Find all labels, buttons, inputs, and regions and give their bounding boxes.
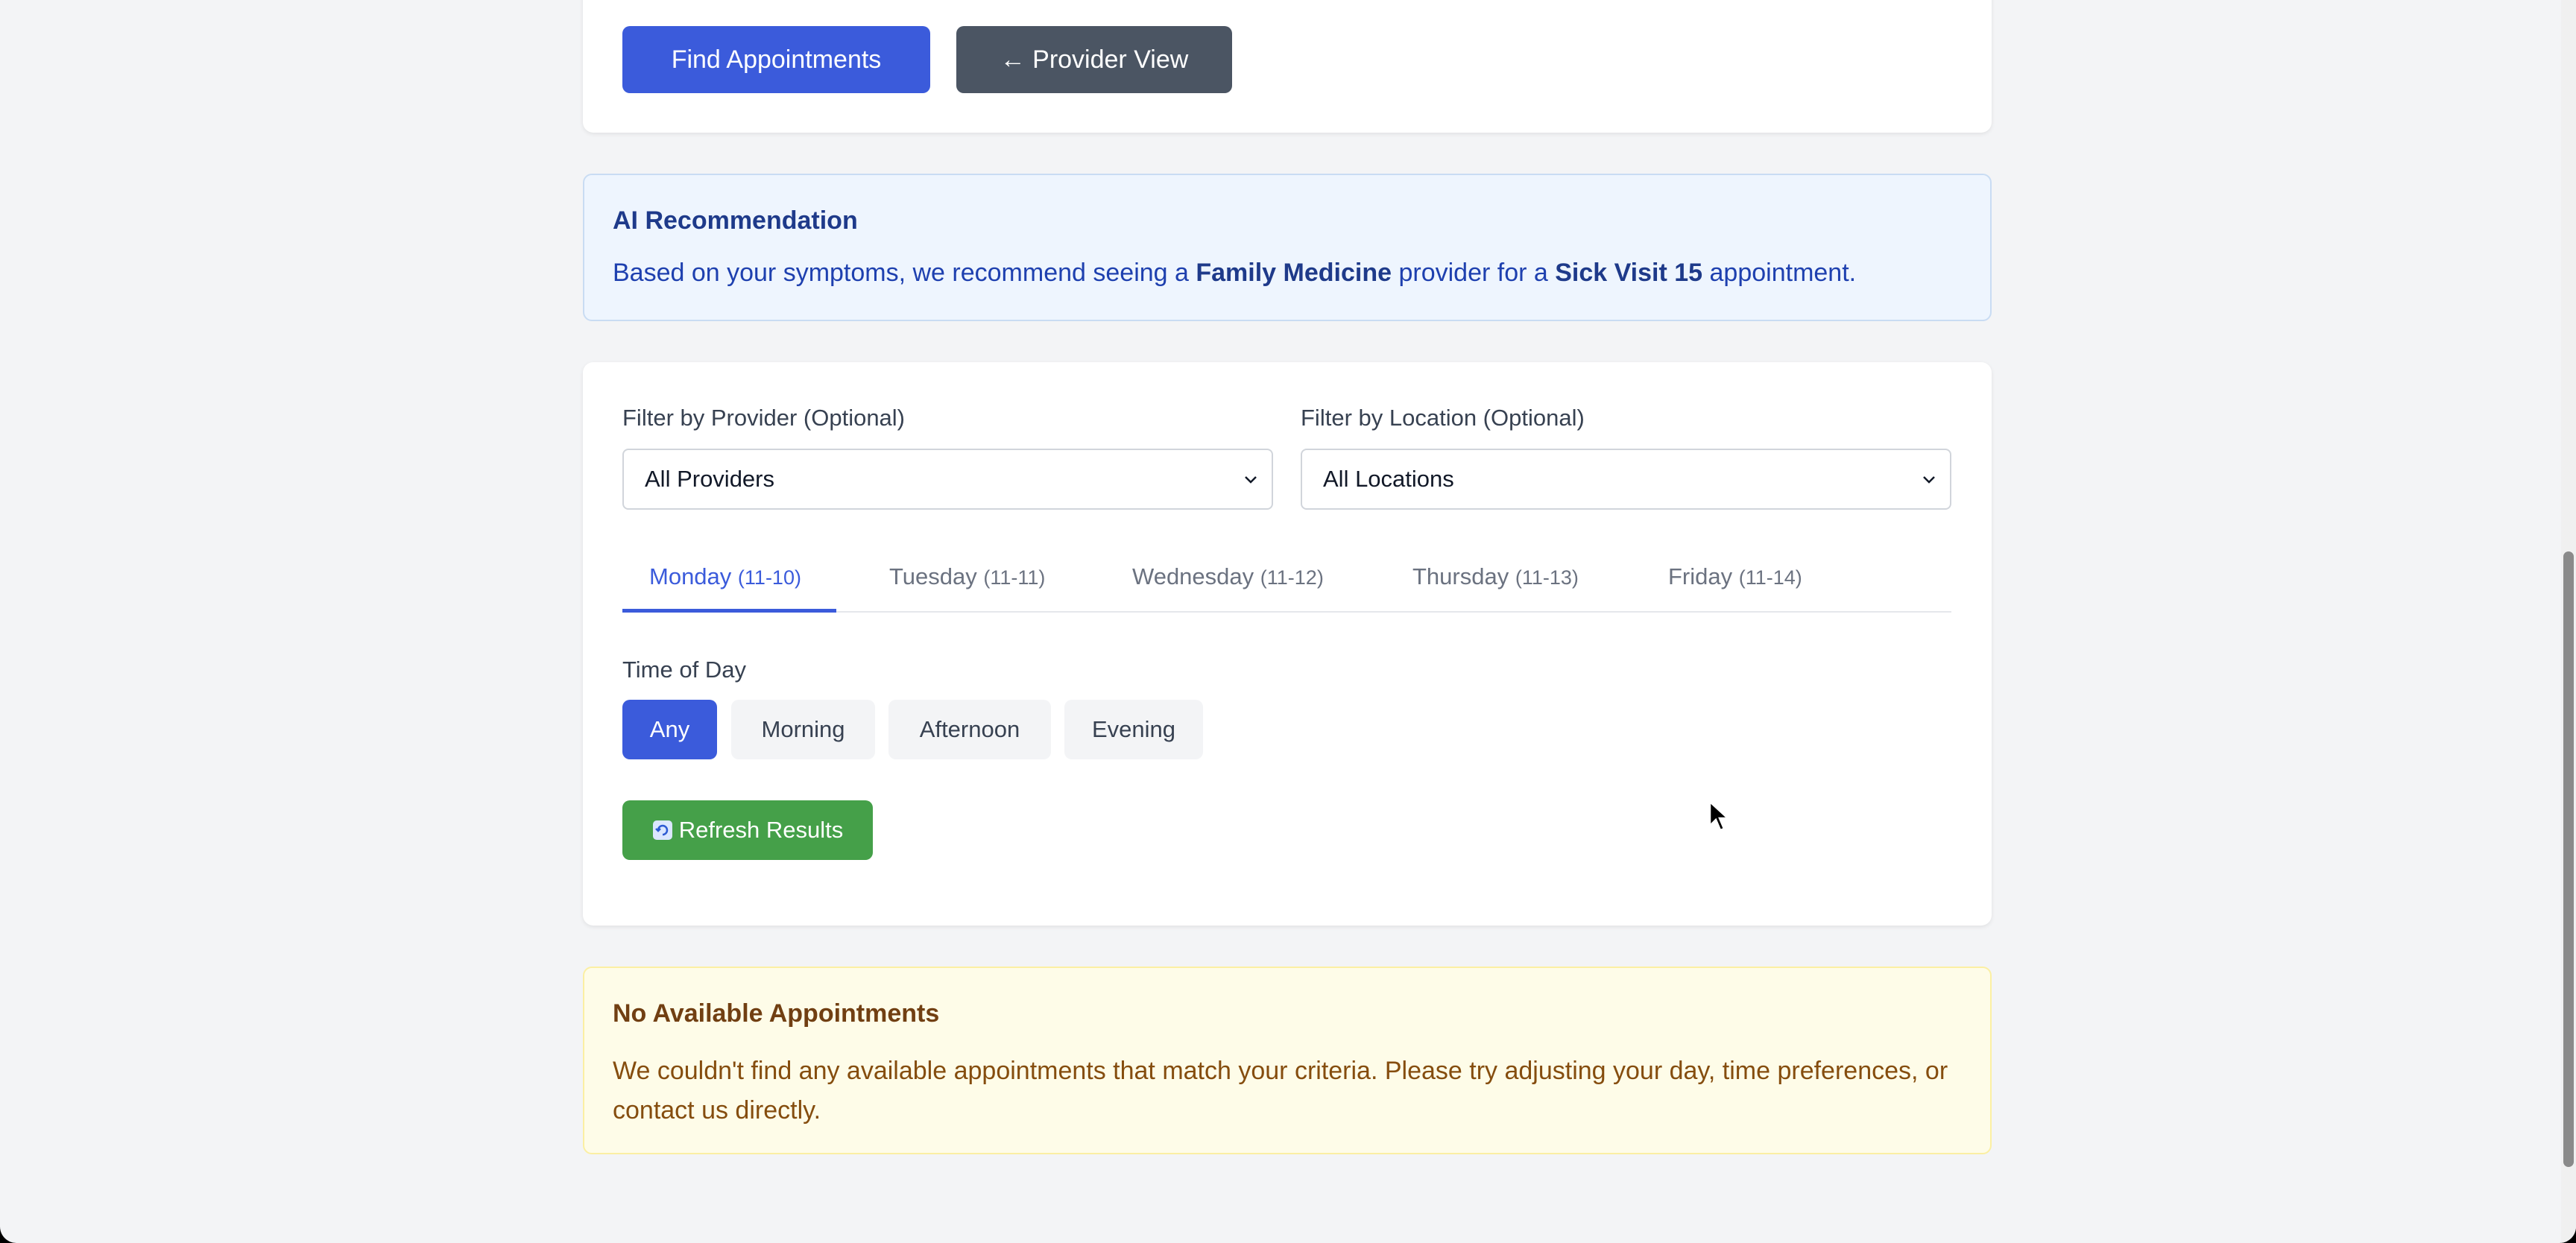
recommendation-title: AI Recommendation (613, 206, 858, 235)
tab-day-date: (11-11) (983, 566, 1046, 589)
tab-monday[interactable]: Monday (11-10) (649, 563, 801, 590)
recommended-visit-type: Sick Visit 15 (1555, 259, 1703, 287)
tab-day-name: Tuesday (889, 563, 977, 589)
tab-day-name: Monday (649, 563, 732, 589)
scrollbar-thumb[interactable] (2563, 551, 2574, 1167)
page-viewport: Find Appointments ← Provider View AI Rec… (0, 0, 2576, 1243)
provider-select[interactable]: All Providers (622, 449, 1273, 510)
chevron-down-icon (1923, 476, 1935, 484)
no-appointments-title: No Available Appointments (613, 999, 940, 1028)
tab-friday[interactable]: Friday (11-14) (1668, 563, 1802, 590)
refresh-icon (652, 820, 672, 840)
recommendation-text: Based on your symptoms, we recommend see… (613, 259, 1856, 288)
tab-day-name: Wednesday (1132, 563, 1254, 589)
time-option-afternoon[interactable]: Afternoon (888, 700, 1051, 759)
refresh-results-label: Refresh Results (678, 817, 844, 843)
tab-tuesday[interactable]: Tuesday (11-11) (889, 563, 1045, 590)
mouse-pointer-icon (1708, 800, 1731, 832)
tab-thursday[interactable]: Thursday (11-13) (1412, 563, 1579, 590)
location-select-value: All Locations (1323, 466, 1454, 492)
no-appointments-text: We couldn't find any available appointme… (613, 1057, 1948, 1125)
time-option-morning[interactable]: Morning (731, 700, 875, 759)
time-of-day-label: Time of Day (622, 657, 746, 683)
recommendation-text-post: appointment. (1702, 259, 1857, 287)
tab-day-date: (11-14) (1738, 566, 1802, 589)
tab-day-date: (11-10) (737, 566, 801, 589)
chevron-down-icon (1245, 476, 1257, 484)
refresh-results-button[interactable]: Refresh Results (622, 800, 873, 860)
recommended-specialty: Family Medicine (1196, 259, 1392, 287)
ai-recommendation-box: AI Recommendation Based on your symptoms… (583, 174, 1992, 321)
tab-wednesday[interactable]: Wednesday (11-12) (1132, 563, 1324, 590)
recommendation-text-mid: provider for a (1392, 259, 1556, 287)
provider-filter-label: Filter by Provider (Optional) (622, 405, 906, 431)
find-appointments-button[interactable]: Find Appointments (622, 26, 930, 93)
provider-view-button[interactable]: ← Provider View (956, 26, 1232, 93)
tab-day-name: Friday (1668, 563, 1733, 589)
tab-day-name: Thursday (1412, 563, 1509, 589)
active-tab-indicator (622, 609, 836, 613)
location-filter-label: Filter by Location (Optional) (1301, 405, 1585, 431)
tab-day-date: (11-12) (1260, 566, 1324, 589)
location-select[interactable]: All Locations (1301, 449, 1951, 510)
tab-day-date: (11-13) (1515, 566, 1579, 589)
actions-card: Find Appointments ← Provider View (583, 0, 1992, 133)
time-option-evening[interactable]: Evening (1064, 700, 1203, 759)
time-option-any[interactable]: Any (622, 700, 717, 759)
no-appointments-alert: No Available Appointments We couldn't fi… (583, 967, 1992, 1154)
provider-select-value: All Providers (645, 466, 774, 492)
recommendation-text-pre: Based on your symptoms, we recommend see… (613, 259, 1196, 287)
